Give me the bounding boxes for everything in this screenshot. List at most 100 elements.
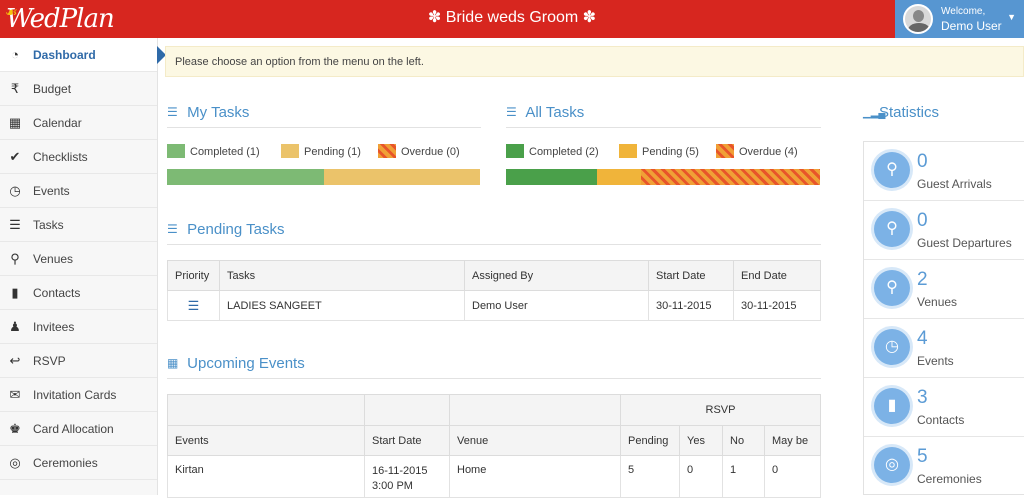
- legend-label: Pending (5): [642, 146, 699, 158]
- pending-segment: [597, 169, 641, 185]
- sidebar-item-label: Tasks: [33, 218, 64, 232]
- all-tasks-legend: Completed (2) Pending (5) Overdue (4): [506, 144, 821, 160]
- stat-label: Guest Arrivals: [917, 177, 992, 191]
- statistics-title: Statistics: [879, 104, 940, 121]
- check-icon: ✔: [9, 149, 21, 164]
- col-rsvp: RSVP: [620, 394, 821, 426]
- sidebar-item-label: Calendar: [33, 116, 82, 130]
- sidebar-item-label: Dashboard: [33, 48, 96, 62]
- overdue-swatch: [716, 144, 734, 158]
- statistics-panel: ⚲ 0 Guest Arrivals ⚲ 0 Guest Departures ⚲ 2 Ve…: [863, 141, 1024, 495]
- sidebar-item-dashboard[interactable]: ◔ Dashboard: [0, 38, 166, 72]
- stat-value: 2: [917, 269, 928, 290]
- all-tasks-progress-bar: [506, 169, 820, 185]
- event-venue: Home: [449, 455, 621, 498]
- overdue-swatch: [378, 144, 396, 158]
- address-book-icon: ▮: [11, 285, 19, 300]
- user-name: Demo User: [941, 19, 1002, 33]
- event-start: 16-11-2015 3:00 PM: [364, 455, 450, 498]
- dashboard-icon: ◔: [11, 47, 19, 62]
- stat-venues[interactable]: ⚲ 2 Venues: [864, 260, 1024, 319]
- table-row[interactable]: ☰ LADIES SANGEET Demo User 30-11-2015 30…: [167, 290, 821, 321]
- stat-value: 5: [917, 446, 928, 467]
- sidebar-item-contacts[interactable]: ▮ Contacts: [0, 276, 157, 310]
- completed-swatch: [506, 144, 524, 158]
- pending-tasks-heading: ☰ Pending Tasks: [167, 221, 821, 245]
- sidebar-item-label: Checklists: [33, 150, 88, 164]
- event-name: Kirtan: [167, 455, 365, 498]
- overdue-segment: [641, 169, 820, 185]
- tasks-icon: ☰: [167, 222, 178, 236]
- sidebar-item-card-allocation[interactable]: ♚ Card Allocation: [0, 412, 157, 446]
- col-spacer: [167, 394, 365, 426]
- stat-events[interactable]: ◷ 4 Events: [864, 319, 1024, 378]
- col-spacer: [364, 394, 450, 426]
- legend-pending: Pending (1): [281, 144, 361, 160]
- sidebar-item-rsvp[interactable]: ↩ RSVP: [0, 344, 157, 378]
- rings-icon: ◎: [9, 455, 21, 470]
- info-alert: Please choose an option from the menu on…: [165, 46, 1024, 77]
- rsvp-yes: 0: [679, 455, 723, 498]
- priority-icon: ☰: [167, 290, 220, 321]
- sidebar: ◔ Dashboard ₹ Budget ▦ Calendar ✔ Checklists…: [0, 38, 166, 495]
- stat-guest-arrivals[interactable]: ⚲ 0 Guest Arrivals: [864, 142, 1024, 201]
- col-assigned-by: Assigned By: [464, 260, 649, 291]
- wedding-title: ✽ Bride weds Groom ✽: [427, 9, 597, 26]
- sidebar-item-venues[interactable]: ⚲ Venues: [0, 242, 157, 276]
- col-start-date: Start Date: [364, 425, 450, 456]
- signal-icon: ▁▂▄: [863, 108, 886, 119]
- legend-label: Completed (1): [190, 146, 260, 158]
- reply-icon: ↩: [9, 353, 21, 368]
- all-tasks-heading: ☰ All Tasks: [506, 104, 821, 128]
- task-name: LADIES SANGEET: [219, 290, 465, 321]
- pending-tasks-title: Pending Tasks: [187, 221, 285, 238]
- col-spacer: [449, 394, 621, 426]
- sidebar-item-ceremonies[interactable]: ◎ Ceremonies: [0, 446, 157, 480]
- sidebar-item-invitees[interactable]: ♟ Invitees: [0, 310, 157, 344]
- task-end-date: 30-11-2015: [733, 290, 821, 321]
- legend-overdue: Overdue (4): [716, 144, 798, 160]
- col-pending: Pending: [620, 425, 680, 456]
- sidebar-item-tasks[interactable]: ☰ Tasks: [0, 208, 157, 242]
- sidebar-item-label: Budget: [33, 82, 72, 96]
- sidebar-item-checklists[interactable]: ✔ Checklists: [0, 140, 157, 174]
- legend-completed: Completed (1): [167, 144, 260, 160]
- task-assigned-by: Demo User: [464, 290, 649, 321]
- sidebar-item-label: Contacts: [33, 286, 81, 300]
- event-start-time: 3:00 PM: [372, 480, 413, 492]
- calendar-icon: ▦: [167, 356, 179, 370]
- stat-value: 3: [917, 387, 928, 408]
- calendar-clock-icon: ◷: [874, 329, 910, 365]
- sidebar-item-label: Venues: [33, 252, 74, 266]
- sidebar-item-invitation-cards[interactable]: ✉ Invitation Cards: [0, 378, 157, 412]
- map-marker-icon: ⚲: [874, 211, 910, 247]
- rupee-icon: ₹: [10, 81, 20, 96]
- pending-tasks-table: Priority Tasks Assigned By Start Date En…: [167, 260, 821, 321]
- sidebar-item-label: Events: [33, 184, 70, 198]
- tasks-icon: ☰: [506, 105, 517, 119]
- stat-guest-departures[interactable]: ⚲ 0 Guest Departures: [864, 201, 1024, 260]
- sidebar-item-events[interactable]: ◷ Events: [0, 174, 157, 208]
- sidebar-item-calendar[interactable]: ▦ Calendar: [0, 106, 157, 140]
- rsvp-maybe: 0: [764, 455, 821, 498]
- map-marker-icon: ⚲: [10, 251, 20, 266]
- legend-label: Pending (1): [304, 146, 361, 158]
- col-no: No: [722, 425, 765, 456]
- table-row[interactable]: Kirtan 16-11-2015 3:00 PM Home 5 0 1 0: [167, 455, 821, 498]
- sidebar-item-label: Invitation Cards: [33, 388, 117, 402]
- stat-label: Guest Departures: [917, 236, 1012, 250]
- map-marker-icon: ⚲: [874, 152, 910, 188]
- welcome-text: Welcome,: [941, 6, 986, 17]
- my-tasks-heading: ☰ My Tasks: [167, 104, 481, 128]
- upcoming-events-table: RSVP Events Start Date Venue Pending Yes…: [167, 394, 821, 498]
- event-start-date: 16-11-2015: [372, 465, 428, 477]
- legend-pending: Pending (5): [619, 144, 699, 160]
- upcoming-events-heading: ▦ Upcoming Events: [167, 355, 821, 379]
- pending-swatch: [281, 144, 299, 158]
- sidebar-item-budget[interactable]: ₹ Budget: [0, 72, 157, 106]
- stat-contacts[interactable]: ▮ 3 Contacts: [864, 378, 1024, 437]
- stat-ceremonies[interactable]: ◎ 5 Ceremonies: [864, 437, 1024, 494]
- user-menu[interactable]: Welcome, Demo User ▼: [895, 0, 1024, 38]
- col-maybe: May be: [764, 425, 821, 456]
- avatar: [903, 4, 933, 34]
